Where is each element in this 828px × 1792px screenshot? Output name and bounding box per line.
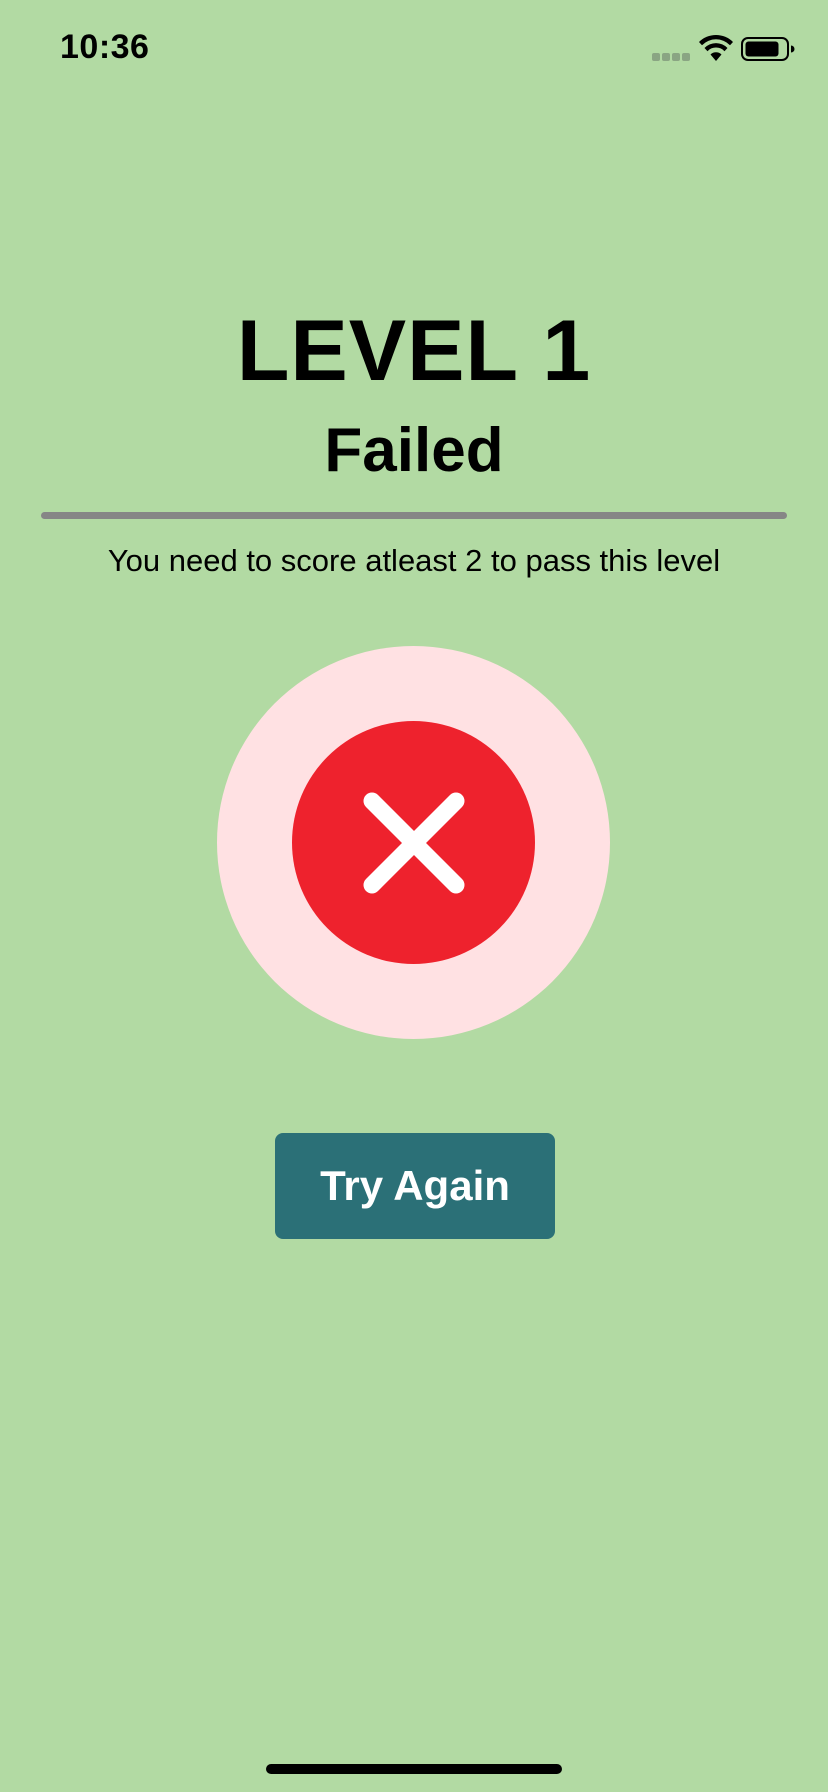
level-status: Failed: [324, 416, 504, 485]
divider: [41, 512, 787, 519]
home-indicator[interactable]: [266, 1764, 562, 1774]
status-time: 10:36: [60, 28, 150, 66]
signal-icon: [652, 53, 690, 61]
requirement-text: You need to score atleast 2 to pass this…: [107, 543, 721, 578]
wifi-icon: [699, 34, 733, 61]
close-icon: [363, 792, 465, 894]
level-title: LEVEL 1: [236, 303, 592, 399]
try-again-button[interactable]: Try Again: [275, 1133, 555, 1239]
status-bar: 10:36: [0, 0, 828, 100]
battery-icon: [741, 37, 795, 61]
